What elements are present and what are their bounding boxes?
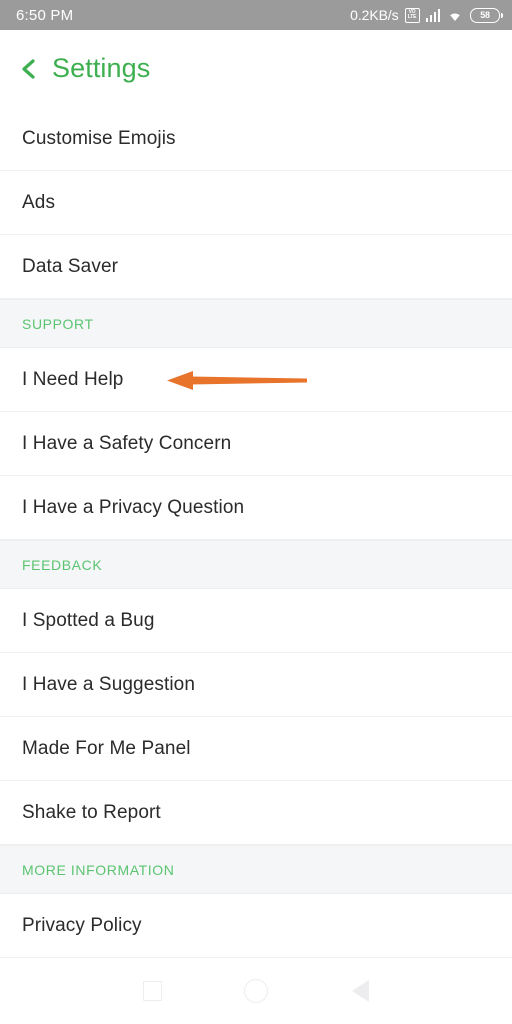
circle-home-glyph xyxy=(244,979,268,1003)
settings-row-label: I Have a Safety Concern xyxy=(22,433,231,455)
square-recents-glyph xyxy=(143,981,162,1001)
settings-row-label: I Have a Privacy Question xyxy=(22,497,244,519)
section-header: FEEDBACK xyxy=(0,540,512,589)
settings-row[interactable]: Made For Me Panel xyxy=(0,717,512,781)
section-header-label: SUPPORT xyxy=(22,316,94,332)
settings-row-label: Data Saver xyxy=(22,256,118,278)
settings-row[interactable]: I Need Help xyxy=(0,348,512,412)
settings-row[interactable]: Shake to Report xyxy=(0,781,512,845)
battery-level-label: 58 xyxy=(480,10,490,20)
volte-icon-bottom-text: LTE xyxy=(408,15,416,20)
section-header: SUPPORT xyxy=(0,299,512,348)
settings-row-label: I Need Help xyxy=(22,369,123,391)
wifi-icon xyxy=(446,8,464,22)
settings-row[interactable]: I Have a Suggestion xyxy=(0,653,512,717)
triangle-back-glyph xyxy=(352,980,369,1002)
triangle-back-icon[interactable] xyxy=(338,969,382,1013)
battery-icon: 58 xyxy=(470,8,500,23)
page-title: Settings xyxy=(52,53,150,84)
android-navigation-bar xyxy=(0,958,512,1024)
signal-bar-3 xyxy=(434,12,437,22)
settings-row-label: I Spotted a Bug xyxy=(22,610,155,632)
settings-row[interactable]: Customise Emojis xyxy=(0,107,512,171)
signal-bar-1 xyxy=(426,18,429,22)
section-header-label: MORE INFORMATION xyxy=(22,862,174,878)
section-header-label: FEEDBACK xyxy=(22,557,102,573)
settings-row-label: Made For Me Panel xyxy=(22,738,191,760)
network-speed-label: 0.2KB/s xyxy=(350,7,398,23)
circle-home-icon[interactable] xyxy=(234,969,278,1013)
app-header: Settings xyxy=(0,30,512,107)
settings-row-label: Shake to Report xyxy=(22,802,161,824)
settings-row[interactable]: I Have a Privacy Question xyxy=(0,476,512,540)
back-chevron-icon[interactable] xyxy=(16,54,42,84)
status-bar-clock: 6:50 PM xyxy=(16,7,73,24)
settings-list: Customise Emojis Ads Data Saver SUPPORT I Ne… xyxy=(0,107,512,958)
status-bar-icons: 0.2KB/s VO LTE 58 xyxy=(350,7,500,23)
settings-row[interactable]: I Spotted a Bug xyxy=(0,589,512,653)
settings-row[interactable]: I Have a Safety Concern xyxy=(0,412,512,476)
settings-row[interactable]: Data Saver xyxy=(0,235,512,299)
settings-row-label: Customise Emojis xyxy=(22,128,176,150)
signal-bar-2 xyxy=(430,15,433,22)
volte-icon: VO LTE xyxy=(405,8,420,23)
settings-row-label: Ads xyxy=(22,192,55,214)
section-header: MORE INFORMATION xyxy=(0,845,512,894)
settings-row[interactable]: Ads xyxy=(0,171,512,235)
settings-row[interactable]: Privacy Policy xyxy=(0,894,512,958)
signal-bars-icon xyxy=(426,8,441,22)
signal-bar-4 xyxy=(438,9,441,22)
square-recents-icon[interactable] xyxy=(130,969,174,1013)
status-bar: 6:50 PM 0.2KB/s VO LTE 58 xyxy=(0,0,512,30)
settings-row-label: I Have a Suggestion xyxy=(22,674,195,696)
settings-row-label: Privacy Policy xyxy=(22,915,142,937)
